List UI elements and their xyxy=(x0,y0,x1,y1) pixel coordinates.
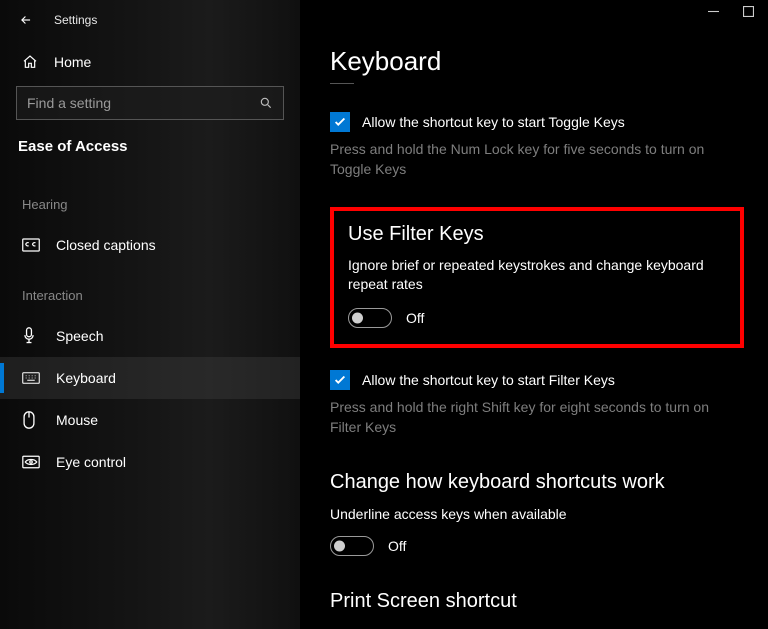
sidebar-item-label: Closed captions xyxy=(56,237,156,253)
sidebar-item-label: Eye control xyxy=(56,454,126,470)
back-button[interactable] xyxy=(18,12,34,28)
mouse-icon xyxy=(22,411,40,429)
title-underline xyxy=(330,83,354,84)
sidebar-item-keyboard[interactable]: Keyboard xyxy=(0,357,300,399)
page-title: Keyboard xyxy=(330,0,744,77)
keyboard-icon xyxy=(22,371,40,385)
titlebar: Settings xyxy=(0,0,300,40)
filter-keys-shortcut-checkbox-row[interactable]: Allow the shortcut key to start Filter K… xyxy=(330,370,744,390)
sidebar-header: Ease of Access xyxy=(0,132,300,175)
maximize-button[interactable] xyxy=(743,6,754,17)
toggle-keys-help: Press and hold the Num Lock key for five… xyxy=(330,140,740,179)
toggle-keys-shortcut-checkbox-row[interactable]: Allow the shortcut key to start Toggle K… xyxy=(330,112,744,132)
sidebar-item-closed-captions[interactable]: Closed captions xyxy=(0,224,300,266)
home-icon xyxy=(22,54,38,70)
sidebar-item-label: Keyboard xyxy=(56,370,116,386)
filter-keys-state: Off xyxy=(406,310,424,326)
filter-keys-title: Use Filter Keys xyxy=(348,223,726,246)
checkbox-checked-icon xyxy=(330,112,350,132)
checkbox-checked-icon xyxy=(330,370,350,390)
titlebar-label: Settings xyxy=(54,13,97,27)
filter-keys-toggle[interactable] xyxy=(348,308,392,328)
filter-keys-help: Press and hold the right Shift key for e… xyxy=(330,398,740,437)
home-label: Home xyxy=(54,54,91,70)
microphone-icon xyxy=(22,327,40,345)
eye-control-icon xyxy=(22,455,40,469)
filter-keys-shortcut-label: Allow the shortcut key to start Filter K… xyxy=(362,372,615,388)
underline-access-keys-state: Off xyxy=(388,538,406,554)
search-input[interactable] xyxy=(27,95,249,111)
closed-captions-icon xyxy=(22,238,40,252)
window-controls xyxy=(708,6,754,17)
filter-keys-desc: Ignore brief or repeated keystrokes and … xyxy=(348,256,726,294)
group-interaction: Interaction xyxy=(0,266,300,315)
print-screen-title: Print Screen shortcut xyxy=(330,590,744,613)
underline-access-keys-label: Underline access keys when available xyxy=(330,506,744,522)
sidebar: Settings Home Ease of Access Hearing Clo… xyxy=(0,0,300,629)
main-panel: Keyboard Allow the shortcut key to start… xyxy=(300,0,768,629)
search-box[interactable] xyxy=(16,86,284,120)
group-hearing: Hearing xyxy=(0,175,300,224)
sidebar-item-speech[interactable]: Speech xyxy=(0,315,300,357)
sidebar-item-label: Speech xyxy=(56,328,103,344)
highlight-annotation: Use Filter Keys Ignore brief or repeated… xyxy=(330,207,744,348)
search-icon xyxy=(259,96,273,110)
sidebar-item-eye-control[interactable]: Eye control xyxy=(0,441,300,483)
sidebar-item-mouse[interactable]: Mouse xyxy=(0,399,300,441)
shortcuts-title: Change how keyboard shortcuts work xyxy=(330,471,744,494)
toggle-keys-shortcut-label: Allow the shortcut key to start Toggle K… xyxy=(362,114,625,130)
home-nav[interactable]: Home xyxy=(0,40,300,80)
sidebar-item-label: Mouse xyxy=(56,412,98,428)
underline-access-keys-toggle[interactable] xyxy=(330,536,374,556)
minimize-button[interactable] xyxy=(708,6,719,17)
